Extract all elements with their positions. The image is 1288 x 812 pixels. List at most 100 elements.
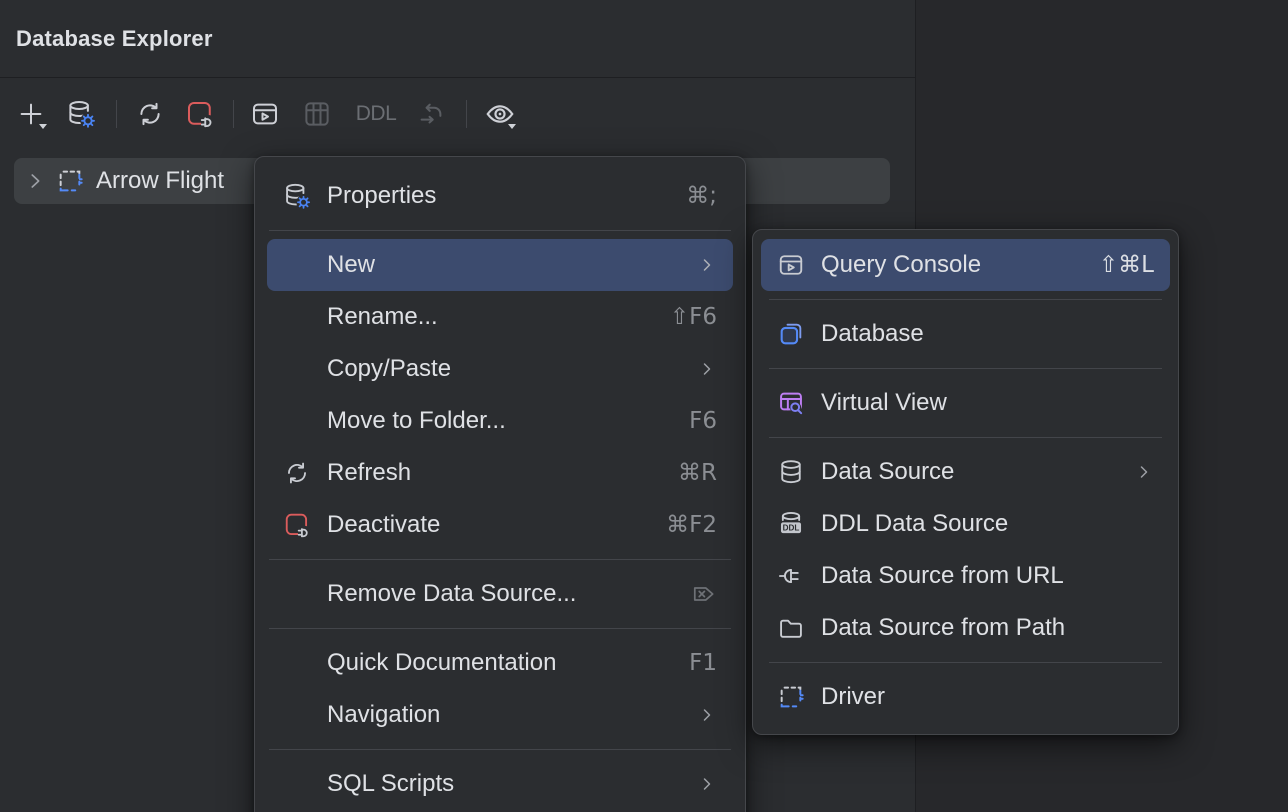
data-source-icon (777, 458, 805, 486)
menu-item-deactivate[interactable]: Deactivate ⌘F2 (267, 499, 733, 551)
toolbar-separator (233, 100, 234, 128)
refresh-icon (283, 459, 311, 487)
menu-item-label: Quick Documentation (327, 649, 556, 677)
navigate-button[interactable] (412, 95, 450, 133)
page-title: Database Explorer (16, 26, 213, 52)
menu-item-label: Database (821, 320, 924, 348)
menu-item-sql-scripts[interactable]: SQL Scripts (267, 758, 733, 810)
context-menu: Properties ⌘; New Rename... ⇧F6 Copy/Pas… (254, 156, 746, 812)
add-button[interactable] (12, 95, 50, 133)
ddl-button[interactable]: DDL (350, 95, 402, 133)
submenu-chevron-icon (697, 774, 717, 794)
menu-shortcut: F6 (669, 408, 717, 434)
menu-item-label: Driver (821, 683, 885, 711)
submenu-chevron-icon (1134, 462, 1154, 482)
menu-item-label: New (327, 251, 375, 279)
deactivate-plug-icon (185, 99, 215, 129)
virtual-view-icon (777, 389, 805, 417)
panel-header: Database Explorer (0, 0, 915, 78)
menu-item-label: Copy/Paste (327, 355, 451, 383)
menu-item-quick-documentation[interactable]: Quick Documentation F1 (267, 637, 733, 689)
menu-item-label: Navigation (327, 701, 440, 729)
menu-item-move-to-folder[interactable]: Move to Folder... F6 (267, 395, 733, 447)
jump-to-query-console-button[interactable] (246, 95, 284, 133)
menu-separator (769, 437, 1162, 438)
submenu-item-data-source-from-path[interactable]: Data Source from Path (761, 602, 1170, 654)
submenu-item-data-source[interactable]: Data Source (761, 446, 1170, 498)
deactivate-button[interactable] (181, 95, 219, 133)
database-gear-icon (66, 99, 96, 129)
submenu-item-driver[interactable]: Driver (761, 671, 1170, 723)
database-squares-icon (777, 320, 805, 348)
folder-icon (777, 614, 805, 642)
menu-separator (269, 230, 731, 231)
menu-item-navigation[interactable]: Navigation (267, 689, 733, 741)
submenu-chevron-icon (697, 255, 717, 275)
menu-item-label: Data Source from URL (821, 562, 1064, 590)
menu-shortcut: ⌘R (658, 460, 717, 486)
menu-item-label: Query Console (821, 251, 981, 279)
menu-item-label: Move to Folder... (327, 407, 506, 435)
data-source-properties-button[interactable] (62, 95, 100, 133)
menu-item-label: Data Source (821, 458, 954, 486)
menu-shortcut: ⌘F2 (646, 512, 717, 538)
new-submenu: Query Console ⇧⌘L Database (752, 229, 1179, 735)
svg-text:DDL: DDL (783, 524, 800, 533)
menu-separator (769, 299, 1162, 300)
redirect-arrow-icon (416, 99, 446, 129)
menu-item-label: Remove Data Source... (327, 580, 576, 608)
menu-shortcut: ⇧F6 (650, 304, 717, 330)
console-play-icon (777, 251, 805, 279)
menu-item-remove-data-source[interactable]: Remove Data Source... (267, 568, 733, 620)
tree-item-label: Arrow Flight (96, 167, 224, 195)
submenu-chevron-icon (697, 705, 717, 725)
menu-separator (269, 749, 731, 750)
chevron-right-icon[interactable] (24, 170, 46, 192)
menu-separator (269, 559, 731, 560)
menu-shortcut: ⇧⌘L (1079, 252, 1154, 278)
menu-item-refresh[interactable]: Refresh ⌘R (267, 447, 733, 499)
driver-icon (56, 167, 84, 195)
refresh-button[interactable] (131, 95, 169, 133)
menu-item-new[interactable]: New (267, 239, 733, 291)
menu-item-properties[interactable]: Properties ⌘; (267, 170, 733, 222)
menu-shortcut: F1 (669, 650, 717, 676)
menu-item-label: SQL Scripts (327, 770, 454, 798)
menu-item-label: Deactivate (327, 511, 440, 539)
dropdown-caret-icon (39, 124, 47, 129)
menu-shortcut: ⌘; (666, 183, 717, 209)
menu-item-label: Refresh (327, 459, 411, 487)
console-play-icon (250, 99, 280, 129)
submenu-chevron-icon (697, 359, 717, 379)
dropdown-caret-icon (508, 124, 516, 129)
menu-item-label: DDL Data Source (821, 510, 1008, 538)
deactivate-plug-icon (283, 511, 311, 539)
toolbar-separator (116, 100, 117, 128)
menu-item-label: Rename... (327, 303, 438, 331)
menu-item-copy-paste[interactable]: Copy/Paste (267, 343, 733, 395)
database-gear-icon (283, 182, 311, 210)
toolbar: DDL (0, 79, 916, 149)
menu-item-label: Properties (327, 182, 436, 210)
menu-item-label: Data Source from Path (821, 614, 1065, 642)
menu-item-rename[interactable]: Rename... ⇧F6 (267, 291, 733, 343)
open-table-button[interactable] (298, 95, 336, 133)
menu-separator (769, 368, 1162, 369)
driver-icon (777, 683, 805, 711)
submenu-item-database[interactable]: Database (761, 308, 1170, 360)
toolbar-separator (466, 100, 467, 128)
menu-separator (269, 628, 731, 629)
submenu-item-ddl-data-source[interactable]: DDL DDL Data Source (761, 498, 1170, 550)
ddl-data-source-icon: DDL (777, 510, 805, 538)
ddl-label: DDL (356, 102, 397, 126)
submenu-item-query-console[interactable]: Query Console ⇧⌘L (761, 239, 1170, 291)
menu-item-label: Virtual View (821, 389, 947, 417)
submenu-item-virtual-view[interactable]: Virtual View (761, 377, 1170, 429)
view-options-button[interactable] (481, 95, 519, 133)
delete-icon (691, 581, 717, 607)
refresh-icon (135, 99, 165, 129)
menu-separator (769, 662, 1162, 663)
table-icon (302, 99, 332, 129)
submenu-item-data-source-from-url[interactable]: Data Source from URL (761, 550, 1170, 602)
plug-icon (777, 562, 805, 590)
